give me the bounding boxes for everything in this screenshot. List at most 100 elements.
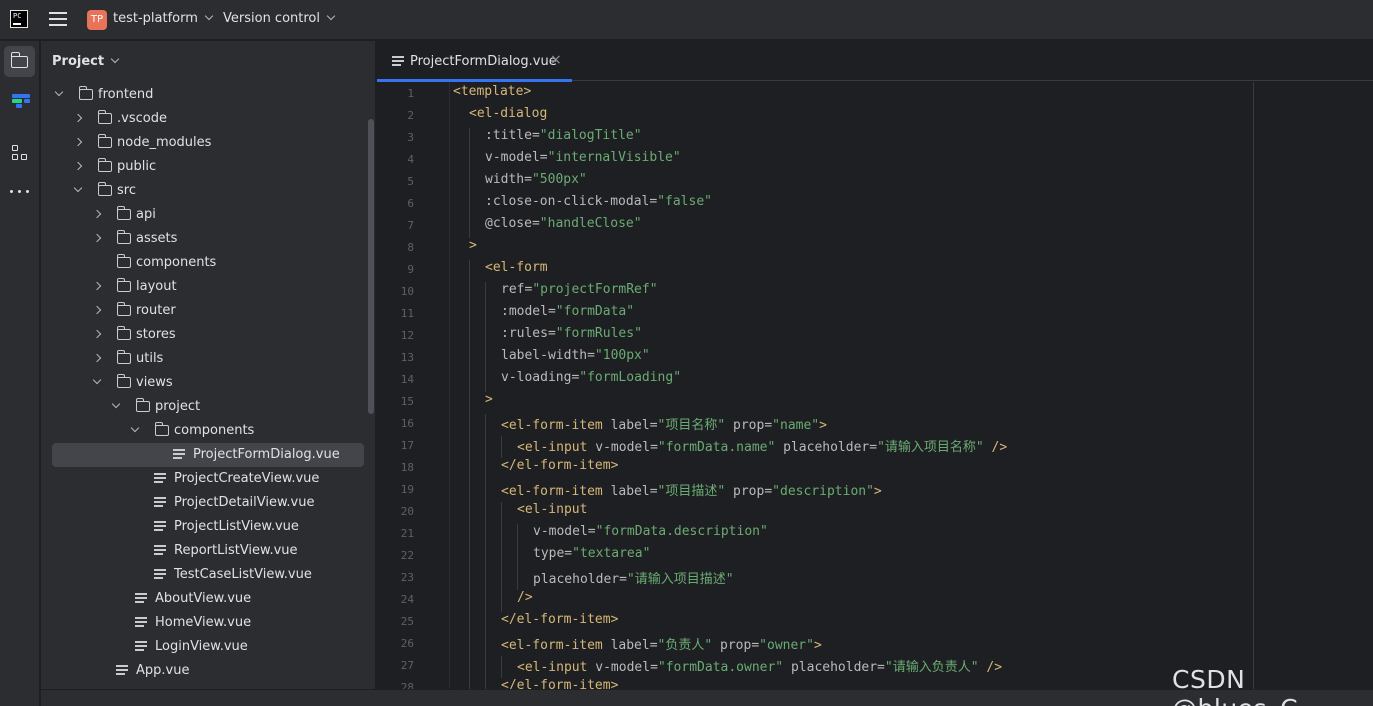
chevron-down-icon[interactable]: [73, 183, 83, 193]
code-line[interactable]: placeholder="请输入项目描述": [533, 568, 734, 587]
code-line[interactable]: <el-form-item label="项目描述" prop="descrip…: [501, 480, 882, 499]
code-line[interactable]: <el-input v-model="formData.owner" place…: [517, 656, 1002, 675]
tree-folder[interactable]: components: [52, 251, 364, 275]
code-line[interactable]: :model="formData": [501, 304, 634, 319]
code-line[interactable]: <el-form: [485, 260, 548, 275]
code-line[interactable]: label-width="100px": [501, 348, 650, 363]
chevron-down-icon[interactable]: [111, 399, 121, 409]
tree-item-label: project: [155, 399, 201, 414]
indent-guide: [469, 678, 470, 689]
chevron-down-icon[interactable]: [130, 423, 140, 433]
tree-folder[interactable]: stores: [52, 323, 364, 347]
project-panel-header[interactable]: Project: [52, 54, 120, 69]
code-line[interactable]: :title="dialogTitle": [485, 128, 642, 143]
tree-item-label: ReportListView.vue: [174, 543, 298, 558]
chevron-right-icon[interactable]: [73, 161, 83, 171]
tree-folder[interactable]: src: [52, 179, 364, 203]
tree-file[interactable]: ProjectFormDialog.vue: [52, 443, 364, 467]
tab-project-form-dialog[interactable]: ProjectFormDialog.vue ×: [377, 41, 572, 82]
file-icon: [135, 617, 147, 628]
project-badge[interactable]: TP: [87, 10, 107, 30]
project-switcher[interactable]: test-platform: [113, 11, 214, 26]
project-tool-button[interactable]: [4, 46, 35, 77]
chevron-down-icon[interactable]: [92, 375, 102, 385]
code-line[interactable]: ref="projectFormRef": [501, 282, 658, 297]
tree-file[interactable]: LoginView.vue: [52, 635, 364, 659]
chevron-right-icon[interactable]: [92, 353, 102, 363]
tree-file[interactable]: ReportListView.vue: [52, 539, 364, 563]
code-line[interactable]: <el-input: [517, 502, 587, 517]
version-control-menu[interactable]: Version control: [223, 11, 336, 26]
code-line[interactable]: <el-dialog: [469, 106, 547, 121]
line-number: 12: [400, 329, 414, 342]
code-line[interactable]: >: [485, 392, 493, 407]
code-line[interactable]: <template>: [453, 84, 531, 99]
tree-folder[interactable]: router: [52, 299, 364, 323]
pycharm-logo-icon[interactable]: PC: [10, 10, 28, 28]
tree-folder[interactable]: views: [52, 371, 364, 395]
tree-file[interactable]: AboutView.vue: [52, 587, 364, 611]
plugin-tool-button[interactable]: [4, 85, 35, 116]
code-line[interactable]: <el-form-item label="项目名称" prop="name">: [501, 414, 827, 433]
code-line[interactable]: />: [517, 590, 533, 605]
indent-guide: [485, 414, 486, 436]
indent-guide: [501, 502, 502, 524]
code-line[interactable]: @close="handleClose": [485, 216, 642, 231]
tree-folder[interactable]: .vscode: [52, 107, 364, 131]
chevron-right-icon[interactable]: [92, 305, 102, 315]
tree-file[interactable]: ProjectCreateView.vue: [52, 467, 364, 491]
line-number: 28: [400, 681, 414, 689]
close-icon[interactable]: ×: [550, 52, 562, 68]
tree-folder[interactable]: frontend: [52, 83, 364, 107]
tree-file[interactable]: ProjectDetailView.vue: [52, 491, 364, 515]
tree-folder[interactable]: assets: [52, 227, 364, 251]
more-tools-button[interactable]: [4, 176, 35, 207]
chevron-down-icon[interactable]: [54, 87, 64, 97]
tree-folder[interactable]: node_modules: [52, 131, 364, 155]
main-menu-icon[interactable]: [49, 12, 67, 28]
indent-guide: [517, 524, 518, 546]
folder-icon: [116, 230, 131, 244]
code-line[interactable]: <el-input v-model="formData.name" placeh…: [517, 436, 1007, 455]
tree-folder[interactable]: api: [52, 203, 364, 227]
chevron-right-icon[interactable]: [92, 209, 102, 219]
chevron-right-icon[interactable]: [92, 281, 102, 291]
file-icon: [154, 521, 166, 532]
code-line[interactable]: <el-form-item label="负责人" prop="owner">: [501, 634, 822, 653]
chevron-right-icon[interactable]: [73, 137, 83, 147]
code-line[interactable]: </el-form-item>: [501, 458, 618, 473]
indent-guide: [485, 568, 486, 590]
code-line[interactable]: :rules="formRules": [501, 326, 642, 341]
chevron-right-icon[interactable]: [92, 329, 102, 339]
tree-folder[interactable]: public: [52, 155, 364, 179]
code-line[interactable]: v-loading="formLoading": [501, 370, 681, 385]
structure-tool-button[interactable]: [4, 137, 35, 168]
code-line[interactable]: type="textarea": [533, 546, 650, 561]
tree-item-label: AboutView.vue: [155, 591, 252, 606]
tree-folder[interactable]: layout: [52, 275, 364, 299]
tree-file[interactable]: HomeView.vue: [52, 611, 364, 635]
indent-guide: [469, 194, 470, 216]
chevron-right-icon[interactable]: [73, 113, 83, 123]
indent-guide: [469, 260, 470, 282]
code-line[interactable]: v-model="internalVisible": [485, 150, 681, 165]
tree-file[interactable]: App.vue: [52, 659, 364, 683]
folder-icon: [10, 52, 28, 68]
tree-file[interactable]: TestCaseListView.vue: [52, 563, 364, 587]
code-line[interactable]: :close-on-click-modal="false": [485, 194, 712, 209]
tree-scrollbar[interactable]: [368, 119, 374, 414]
tree-folder[interactable]: project: [52, 395, 364, 419]
tree-folder[interactable]: utils: [52, 347, 364, 371]
tab-label: ProjectFormDialog.vue: [410, 54, 557, 69]
code-line[interactable]: >: [469, 238, 477, 253]
tree-folder[interactable]: components: [52, 419, 364, 443]
code-line[interactable]: width="500px": [485, 172, 587, 187]
code-area[interactable]: 1 <template> 2 <el-dialog 3:title="dialogTit…: [377, 82, 1373, 689]
editor-tab-bar: ProjectFormDialog.vue ×: [377, 41, 1373, 82]
code-line[interactable]: v-model="formData.description": [533, 524, 768, 539]
chevron-right-icon[interactable]: [92, 233, 102, 243]
tree-file[interactable]: ProjectListView.vue: [52, 515, 364, 539]
code-line[interactable]: </el-form-item>: [501, 678, 618, 689]
code-line[interactable]: </el-form-item>: [501, 612, 618, 627]
indent-guide: [517, 546, 518, 568]
